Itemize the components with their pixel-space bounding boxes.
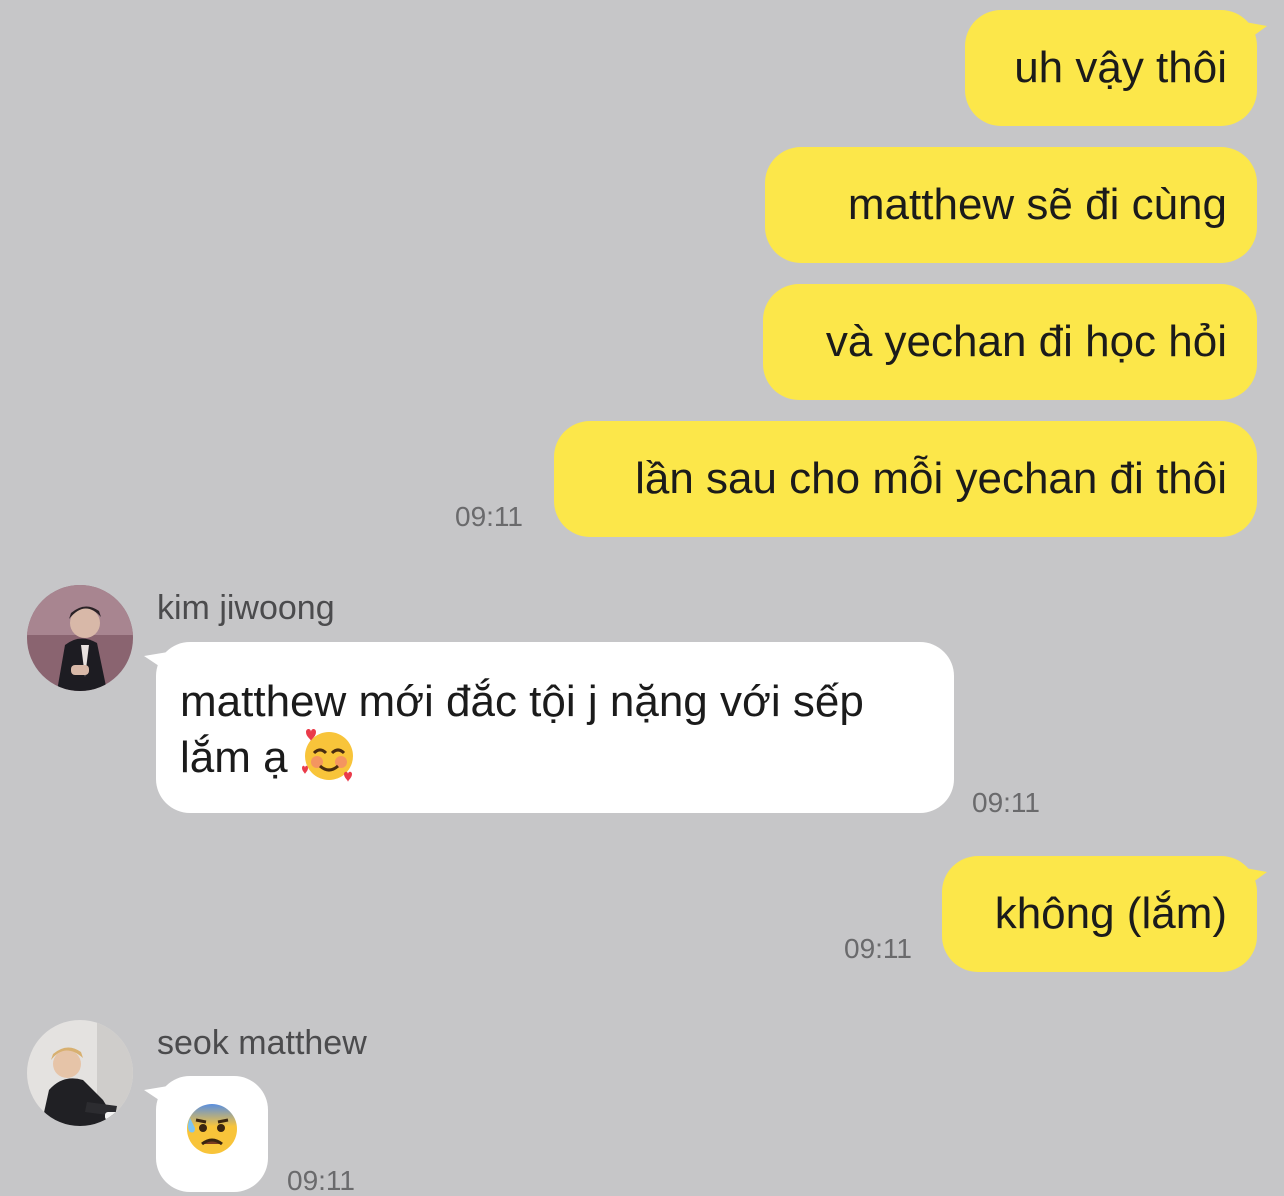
sender-name: kim jiwoong	[157, 589, 335, 627]
message-text: và yechan đi học hỏi	[825, 317, 1227, 366]
outgoing-message[interactable]: và yechan đi học hỏi	[763, 284, 1257, 400]
message-text: lần sau cho mỗi yechan đi thôi	[635, 454, 1227, 503]
message-text: uh vậy thôi	[1014, 43, 1227, 92]
smiling-face-with-hearts-icon	[300, 726, 358, 794]
outgoing-message[interactable]: lần sau cho mỗi yechan đi thôi	[554, 421, 1257, 537]
avatar[interactable]	[27, 585, 133, 691]
sender-name: seok matthew	[157, 1024, 367, 1062]
avatar-photo	[27, 585, 133, 691]
message-text: không (lắm)	[994, 889, 1227, 938]
avatar-photo	[27, 1020, 133, 1126]
message-timestamp: 09:11	[844, 933, 912, 964]
incoming-message[interactable]: matthew mới đắc tội j nặng với sếp lắm ạ	[144, 642, 954, 813]
outgoing-message[interactable]: không (lắm)	[942, 856, 1267, 972]
avatar[interactable]	[27, 1020, 133, 1126]
incoming-message[interactable]	[144, 1076, 268, 1192]
message-timestamp: 09:11	[972, 787, 1040, 818]
message-text: matthew sẽ đi cùng	[847, 180, 1227, 229]
outgoing-message[interactable]: uh vậy thôi	[965, 10, 1267, 126]
message-timestamp: 09:11	[287, 1165, 355, 1196]
message-timestamp: 09:11	[455, 501, 523, 532]
message-text: matthew mới đắc tội j nặng với sếp lắm ạ	[180, 677, 864, 782]
anxious-face-with-sweat-icon	[182, 1098, 242, 1170]
outgoing-message[interactable]: matthew sẽ đi cùng	[765, 147, 1257, 263]
